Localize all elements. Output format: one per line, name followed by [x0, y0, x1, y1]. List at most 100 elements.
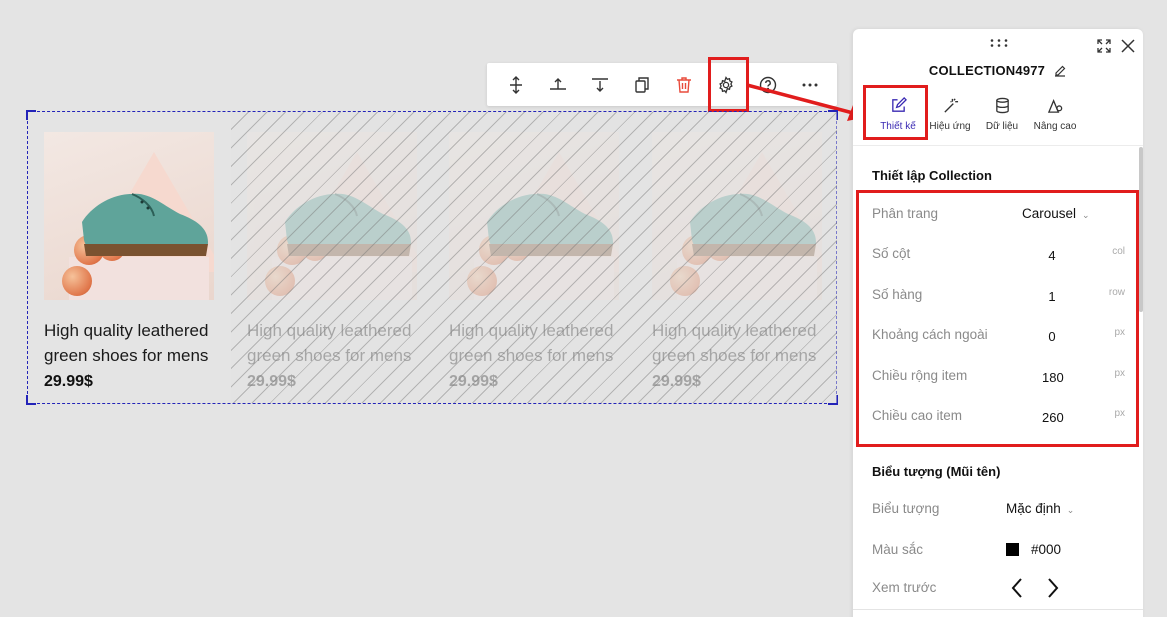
columns-input[interactable]: 4	[1042, 248, 1062, 263]
product-price: 29.99$	[449, 373, 498, 390]
rows-row: Số hàng 1 row	[872, 285, 1127, 307]
more-button[interactable]	[789, 63, 831, 106]
product-card[interactable]: High quality leathered green shoes for m…	[652, 132, 822, 391]
move-button[interactable]	[495, 63, 537, 106]
product-title: High quality leathered green shoes for m…	[44, 321, 209, 365]
tab-design-label: Thiết kế	[880, 121, 916, 132]
corner-handle	[26, 395, 36, 405]
magic-wand-icon	[943, 98, 958, 113]
edit-name-icon[interactable]	[1053, 64, 1067, 78]
expand-icon	[1097, 39, 1111, 53]
delete-icon	[677, 76, 691, 93]
close-icon	[1121, 39, 1135, 53]
corner-handle	[828, 395, 838, 405]
drag-handle-icon	[990, 39, 1008, 47]
tab-data[interactable]: Dữ liệu	[979, 92, 1025, 132]
item-height-unit: px	[1114, 408, 1125, 419]
panel-tabs: Thiết kế Hiệu ứng Dữ liệu Nâng cao	[873, 92, 1081, 132]
arrow-icon-row: Biểu tượng Mặc định ⌄	[872, 499, 1127, 521]
tab-effects-label: Hiệu ứng	[929, 121, 971, 132]
outer-spacing-label: Khoảng cách ngoài	[872, 327, 988, 342]
columns-label: Số cột	[872, 246, 911, 261]
product-title: High quality leathered green shoes for m…	[652, 321, 817, 365]
chevron-down-icon: ⌄	[1066, 505, 1075, 515]
outer-spacing-row: Khoảng cách ngoài 0 px	[872, 325, 1127, 347]
duplicate-button[interactable]	[621, 63, 663, 106]
item-width-input[interactable]: 180	[1042, 370, 1064, 385]
drag-handle[interactable]	[990, 39, 1008, 47]
shoe-image	[690, 193, 816, 256]
tab-design[interactable]: Thiết kế	[873, 92, 923, 132]
shoe-image	[82, 193, 208, 256]
shoe-image	[487, 193, 613, 256]
pagination-label: Phân trang	[872, 206, 939, 221]
panel-scrollbar[interactable]	[1139, 147, 1143, 312]
item-height-input[interactable]: 260	[1042, 410, 1064, 425]
item-width-row: Chiều rộng item 180 px	[872, 366, 1127, 388]
tab-data-label: Dữ liệu	[985, 121, 1019, 132]
settings-button[interactable]	[705, 63, 747, 106]
product-image	[247, 132, 417, 300]
pagination-select[interactable]: Carousel ⌄	[1022, 206, 1090, 221]
corner-handle	[828, 110, 838, 120]
arrow-color-row: Màu sắc #000	[872, 540, 1127, 562]
rows-label: Số hàng	[872, 287, 923, 302]
product-image	[449, 132, 619, 300]
arrow-icon-label: Biểu tượng	[872, 501, 940, 516]
product-card[interactable]: High quality leathered green shoes for m…	[449, 132, 619, 391]
product-title: High quality leathered green shoes for m…	[449, 321, 614, 365]
close-button[interactable]	[1120, 38, 1136, 54]
help-icon	[759, 76, 777, 93]
collection-settings-group: Phân trang Carousel ⌄ Số cột 4 col Số hàn…	[857, 190, 1139, 446]
settings-panel: COLLECTION4977 Thiết kế Hiệu ứng Dữ liệu	[853, 29, 1143, 617]
help-button[interactable]	[747, 63, 789, 106]
insert-below-icon	[592, 77, 608, 92]
product-image	[652, 132, 822, 300]
product-price: 29.99$	[652, 373, 701, 390]
chevron-left-icon[interactable]	[1008, 576, 1026, 600]
product-price: 29.99$	[44, 373, 93, 390]
collection-block[interactable]: High quality leathered green shoes for m…	[26, 110, 838, 405]
more-icon	[802, 83, 818, 86]
shoe-image	[285, 193, 411, 256]
item-width-label: Chiều rộng item	[872, 368, 968, 383]
product-card[interactable]: High quality leathered green shoes for m…	[44, 132, 214, 391]
arrow-icon-select[interactable]: Mặc định ⌄	[1006, 501, 1074, 516]
panel-header: COLLECTION4977	[853, 63, 1143, 78]
chevron-down-icon: ⌄	[1082, 210, 1090, 220]
arrow-color-label: Màu sắc	[872, 542, 924, 557]
panel-title: COLLECTION4977	[928, 63, 1046, 78]
element-toolbar	[487, 63, 837, 106]
product-card[interactable]: High quality leathered green shoes for m…	[247, 132, 417, 391]
arrow-color-picker[interactable]: #000	[1006, 542, 1061, 557]
product-title: High quality leathered green shoes for m…	[247, 321, 412, 365]
move-icon	[510, 75, 522, 94]
rows-input[interactable]: 1	[1042, 289, 1062, 304]
tab-advanced-label: Nâng cao	[1033, 121, 1077, 132]
insert-below-button[interactable]	[579, 63, 621, 106]
product-price: 29.99$	[247, 373, 296, 390]
database-icon	[995, 97, 1009, 114]
chevron-right-icon[interactable]	[1044, 576, 1062, 600]
item-width-unit: px	[1114, 368, 1125, 379]
duplicate-icon	[635, 76, 649, 93]
tab-effects[interactable]: Hiệu ứng	[925, 92, 975, 132]
columns-row: Số cột 4 col	[872, 244, 1127, 266]
expand-button[interactable]	[1096, 38, 1112, 54]
columns-unit: col	[1112, 246, 1125, 257]
arrow-preview-label: Xem trước	[872, 580, 937, 595]
outer-spacing-input[interactable]: 0	[1042, 329, 1062, 344]
outer-spacing-unit: px	[1114, 327, 1125, 338]
insert-above-button[interactable]	[537, 63, 579, 106]
product-image	[44, 132, 214, 300]
item-height-row: Chiều cao item 260 px	[872, 406, 1127, 428]
collection-settings-title: Thiết lập Collection	[872, 168, 992, 183]
arrow-preview-row: Xem trước	[872, 578, 1127, 600]
tab-advanced[interactable]: Nâng cao	[1029, 92, 1081, 132]
edit-icon	[891, 97, 907, 112]
delete-button[interactable]	[663, 63, 705, 106]
gear-icon	[719, 75, 733, 94]
advanced-settings-icon	[1047, 99, 1062, 113]
insert-above-icon	[550, 77, 566, 90]
color-swatch	[1006, 543, 1019, 556]
